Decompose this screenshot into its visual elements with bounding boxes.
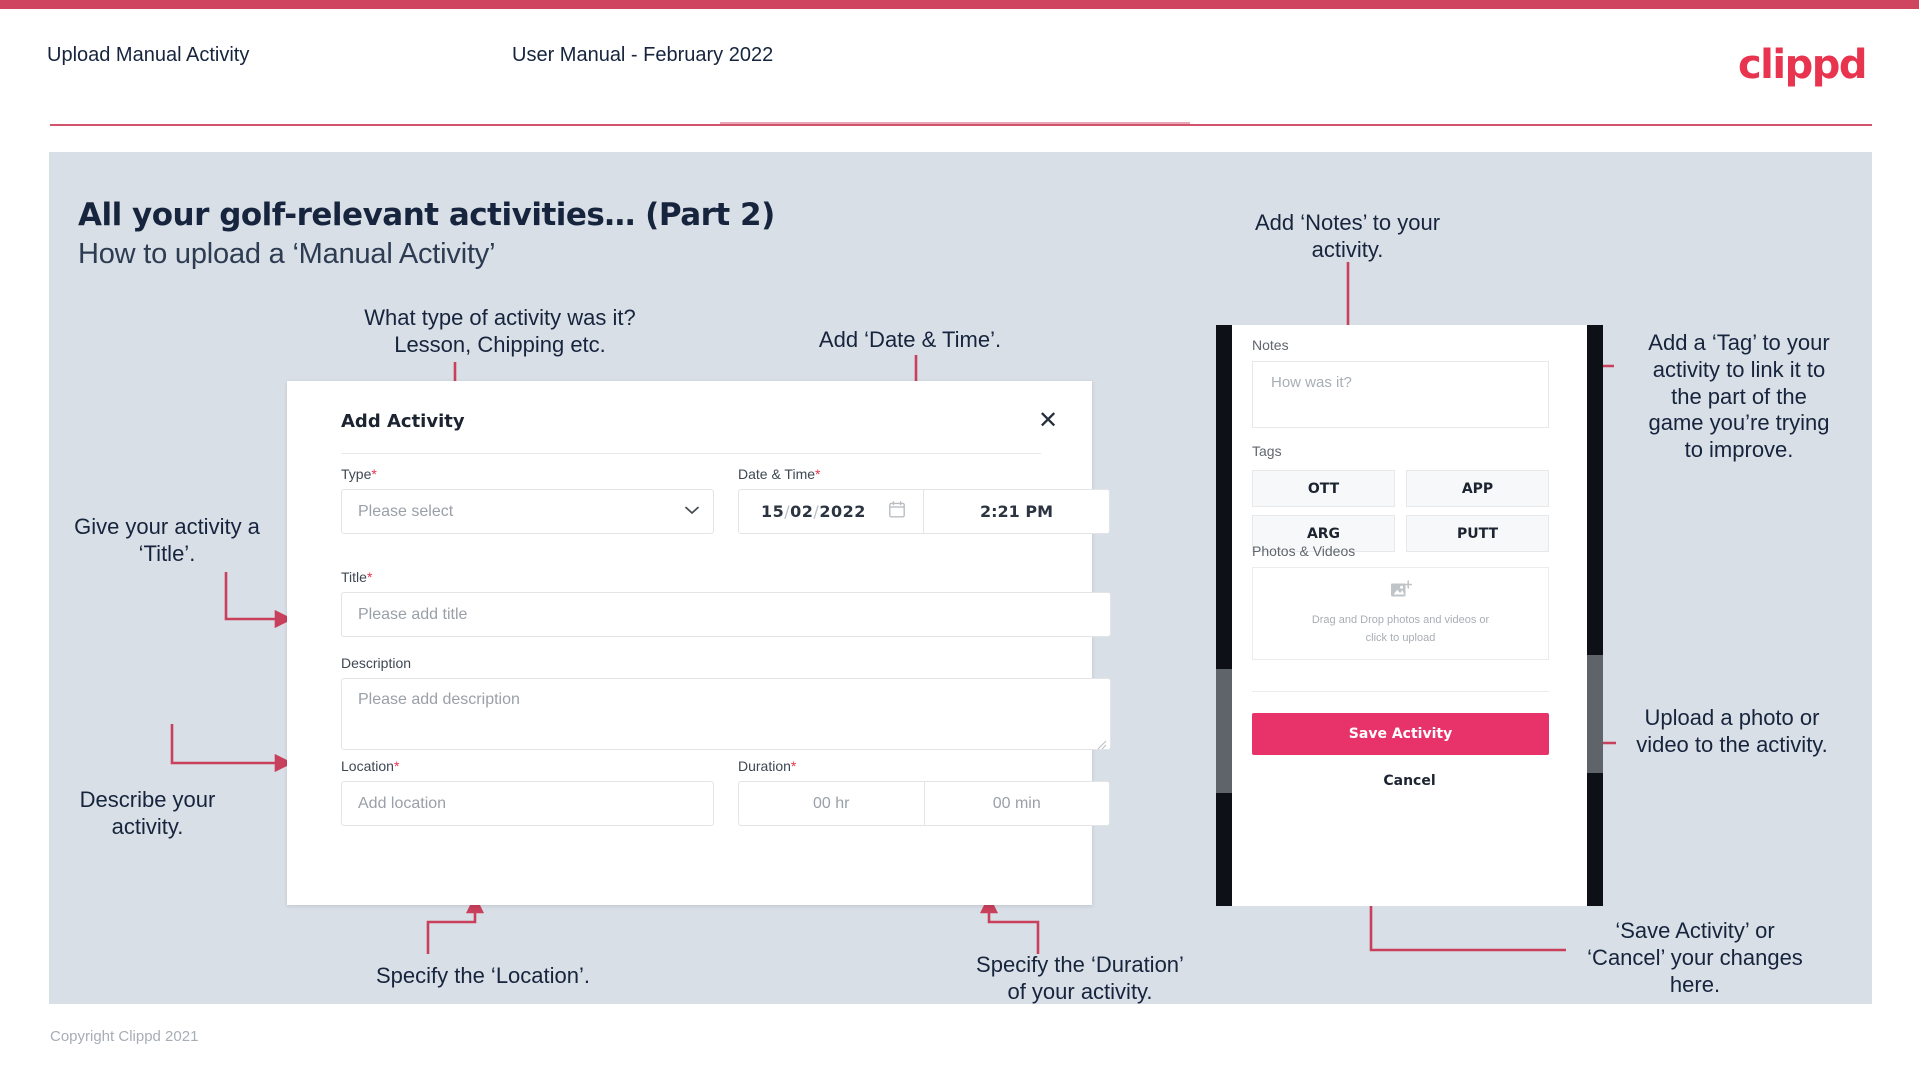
clippd-logo: clippd — [1737, 42, 1868, 88]
location-input[interactable]: Add location — [341, 781, 714, 826]
annotation-type: What type of activity was it? Lesson, Chi… — [364, 305, 636, 357]
annotation-tag: Add a ‘Tag’ to your activity to link it t… — [1648, 330, 1830, 463]
date-value: 15/02/2022 — [761, 502, 866, 521]
add-image-icon — [1390, 580, 1412, 605]
title-placeholder: Please add title — [358, 605, 468, 623]
phone-screen: Notes How was it? Tags OTT APP ARG PUTT … — [1232, 325, 1587, 906]
top-accent-bar — [0, 0, 1919, 9]
header-divider — [50, 124, 1872, 126]
date-month: 02 — [790, 502, 814, 521]
location-placeholder: Add location — [358, 794, 447, 812]
dialog-title: Add Activity — [341, 411, 465, 432]
date-day: 15 — [761, 502, 785, 521]
description-label-text: Description — [341, 655, 412, 671]
notes-placeholder: How was it? — [1271, 374, 1352, 391]
datetime-group: 15/02/2022 2:21 PM — [738, 489, 1110, 534]
duration-hours-input[interactable]: 00 hr — [739, 782, 925, 825]
location-label: Location* — [341, 758, 399, 774]
dropzone-line-1: Drag and Drop photos and videos or — [1311, 614, 1490, 627]
description-textarea[interactable]: Please add description — [341, 678, 1111, 750]
slide-title: All your golf-relevant activities… (Part… — [78, 197, 775, 233]
tag-button-app[interactable]: APP — [1406, 470, 1549, 507]
header-divider-light — [720, 122, 1190, 124]
date-year: 2022 — [819, 502, 866, 521]
phone-volume-button-left — [1216, 669, 1232, 793]
datetime-label: Date & Time* — [738, 466, 820, 482]
description-placeholder: Please add description — [358, 691, 520, 708]
phone-footer-divider — [1252, 691, 1549, 692]
title-required-marker: * — [366, 569, 373, 585]
close-icon[interactable]: ✕ — [1031, 403, 1065, 437]
calendar-icon[interactable] — [889, 500, 905, 523]
tag-button-putt[interactable]: PUTT — [1406, 515, 1549, 552]
datetime-required-marker: * — [815, 466, 821, 482]
location-required-marker: * — [393, 758, 400, 774]
annotation-datetime: Add ‘Date & Time’. — [818, 327, 1002, 352]
duration-label: Duration* — [738, 758, 796, 774]
cancel-button[interactable]: Cancel — [1232, 773, 1587, 789]
title-label: Title* — [341, 569, 372, 585]
type-placeholder: Please select — [358, 502, 454, 520]
duration-group: 00 hr 00 min — [738, 781, 1110, 826]
dialog-header-divider — [341, 453, 1041, 454]
date-input[interactable]: 15/02/2022 — [739, 490, 924, 533]
type-select[interactable]: Please select — [341, 489, 714, 534]
copyright-notice: Copyright Clippd 2021 — [50, 1028, 199, 1045]
annotation-title: Give your activity a ‘Title’. — [74, 514, 260, 566]
phone-power-button-right — [1587, 655, 1603, 773]
dropzone-line-2: click to upload — [1365, 631, 1436, 644]
annotation-description: Describe your activity. — [79, 787, 216, 839]
add-activity-dialog: Add Activity ✕ Type* Please select Date … — [287, 381, 1111, 905]
photos-videos-label: Photos & Videos — [1252, 543, 1356, 559]
type-required-marker: * — [371, 466, 377, 482]
duration-required-marker: * — [790, 758, 797, 774]
type-label: Type* — [341, 466, 377, 482]
type-label-text: Type — [341, 466, 372, 482]
page-title: Upload Manual Activity — [47, 44, 250, 66]
annotation-save: ‘Save Activity’ or ‘Cancel’ your changes h… — [1587, 918, 1803, 997]
tag-button-ott[interactable]: OTT — [1252, 470, 1395, 507]
annotation-notes: Add ‘Notes’ to your activity. — [1254, 210, 1441, 262]
title-input[interactable]: Please add title — [341, 592, 1111, 637]
slide-subtitle: How to upload a ‘Manual Activity’ — [78, 238, 496, 270]
phone-left-edge — [1216, 325, 1232, 906]
datetime-label-text: Date & Time — [738, 466, 816, 482]
photo-dropzone[interactable]: Drag and Drop photos and videos or click… — [1252, 567, 1549, 660]
dropzone-text: Drag and Drop photos and videos or click… — [1312, 612, 1489, 646]
save-activity-button[interactable]: Save Activity — [1252, 713, 1549, 755]
phone-mockup: Notes How was it? Tags OTT APP ARG PUTT … — [1216, 325, 1603, 906]
document-subtitle: User Manual - February 2022 — [512, 44, 774, 66]
duration-minutes-input[interactable]: 00 min — [925, 782, 1110, 825]
duration-label-text: Duration — [738, 758, 791, 774]
title-label-text: Title — [341, 569, 367, 585]
chevron-down-icon — [685, 506, 699, 518]
annotation-upload: Upload a photo or video to the activity. — [1636, 705, 1828, 757]
resize-grip-icon[interactable] — [1097, 737, 1107, 750]
location-label-text: Location — [341, 758, 394, 774]
notes-label: Notes — [1252, 337, 1289, 353]
notes-textarea[interactable]: How was it? — [1252, 361, 1549, 428]
annotation-duration: Specify the ‘Duration’ of your activity. — [976, 952, 1184, 1004]
description-label: Description — [341, 655, 411, 671]
phone-right-edge — [1587, 325, 1603, 906]
time-input[interactable]: 2:21 PM — [924, 490, 1109, 533]
tags-label: Tags — [1252, 443, 1282, 459]
annotation-location: Specify the ‘Location’. — [375, 963, 591, 988]
